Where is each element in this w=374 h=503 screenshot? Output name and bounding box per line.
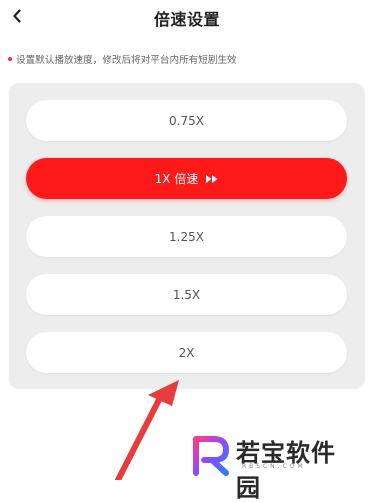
- watermark-logo: 若宝软件园 RBSCN.COM: [190, 433, 360, 502]
- annotation-arrow: [115, 380, 179, 480]
- watermark-r-icon: [193, 436, 229, 476]
- watermark-url: RBSCN.COM: [242, 463, 306, 470]
